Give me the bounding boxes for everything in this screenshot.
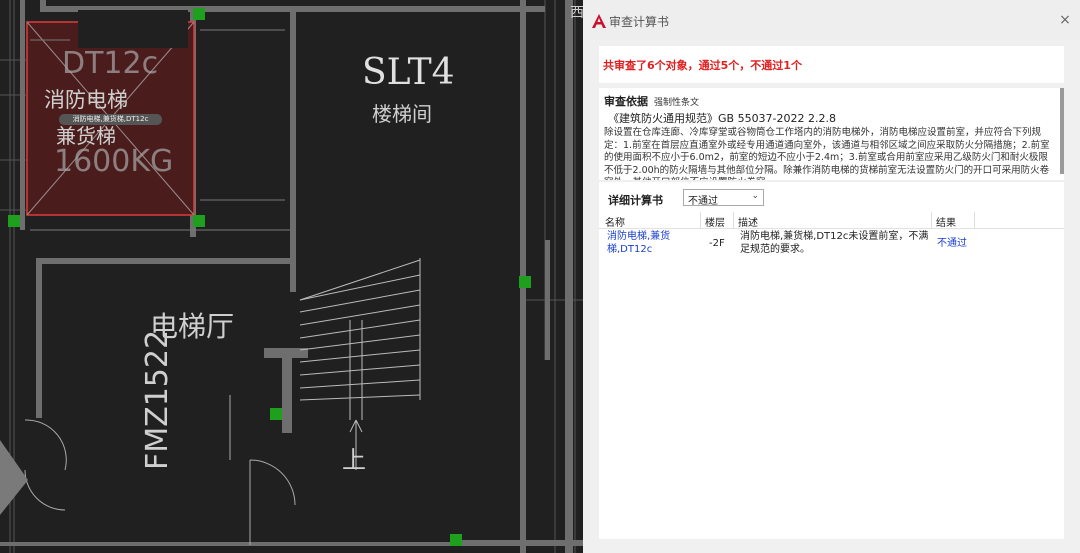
detail-section: 详细计算书 不通过 ⌄ 名称 楼层 描述 结果 消防电梯,兼货梯,DT12c -… (599, 182, 1064, 539)
row-description: 消防电梯,兼货梯,DT12c未设置前室，不满足规范的要求。 (740, 231, 929, 255)
column-divider (700, 212, 701, 228)
elevator-code-label: DT12c (62, 46, 159, 81)
door-code-label: FMZ1522 (140, 329, 175, 470)
row-floor: -2F (709, 238, 725, 249)
header-divider (599, 228, 1064, 229)
column-header-description[interactable]: 描述 (738, 214, 758, 229)
close-icon[interactable]: × (1056, 11, 1074, 29)
result-filter-select[interactable]: 不通过 ⌄ (683, 189, 764, 207)
detail-label: 详细计算书 (608, 194, 663, 207)
cad-drawing-canvas[interactable]: DT12c 消防电梯 消防电梯,兼货梯,DT12c 兼货梯 1600KG SLT… (0, 0, 583, 553)
review-report-dialog: 审查计算书 × 共审查了6个对象，通过5个，不通过1个 审查依据 强制性条文 《建… (583, 0, 1080, 553)
app-logo-icon (592, 14, 606, 28)
floor-plan-drawing (0, 0, 583, 553)
column-header-result[interactable]: 结果 (936, 214, 956, 229)
stair-code-label: SLT4 (362, 52, 455, 93)
column-header-name[interactable]: 名称 (605, 214, 625, 229)
chevron-down-icon: ⌄ (751, 191, 759, 201)
basis-scroll-thumb[interactable] (1060, 88, 1064, 174)
row-name-link[interactable]: 消防电梯,兼货梯,DT12c (607, 230, 697, 256)
dialog-title: 审查计算书 (609, 15, 670, 29)
dialog-titlebar[interactable]: 审查计算书 × (583, 0, 1080, 40)
review-basis-box: 审查依据 强制性条文 《建筑防火通用规范》GB 55037-2022 2.2.8 … (599, 88, 1064, 180)
row-result: 不通过 (937, 238, 967, 249)
fire-elevator-label: 消防电梯 (44, 88, 128, 112)
stair-up-label: 上 (342, 446, 366, 474)
basis-tag: 强制性条文 (654, 98, 700, 108)
basis-scrollbar[interactable] (1060, 88, 1064, 174)
summary-text: 共审查了6个对象，通过5个，不通过1个 (603, 59, 802, 72)
result-filter-value: 不通过 (688, 196, 718, 207)
column-divider (931, 212, 932, 228)
basis-header: 审查依据 强制性条文 (604, 93, 699, 109)
column-divider (733, 212, 734, 228)
basis-standard: 《建筑防火通用规范》GB 55037-2022 2.2.8 (608, 112, 837, 125)
capacity-label: 1600KG (54, 144, 174, 179)
basis-text: 除设置在仓库连廊、冷库穿堂或谷物筒仓工作塔内的消防电梯外，消防电梯应设置前室，并… (604, 127, 1050, 180)
fragment-label: 西 (570, 5, 583, 21)
stairwell-label: 楼梯间 (372, 102, 432, 126)
column-divider (974, 212, 975, 228)
summary-box: 共审查了6个对象，通过5个，不通过1个 (599, 46, 1064, 83)
column-header-floor[interactable]: 楼层 (705, 214, 725, 229)
basis-label: 审查依据 (604, 95, 648, 108)
